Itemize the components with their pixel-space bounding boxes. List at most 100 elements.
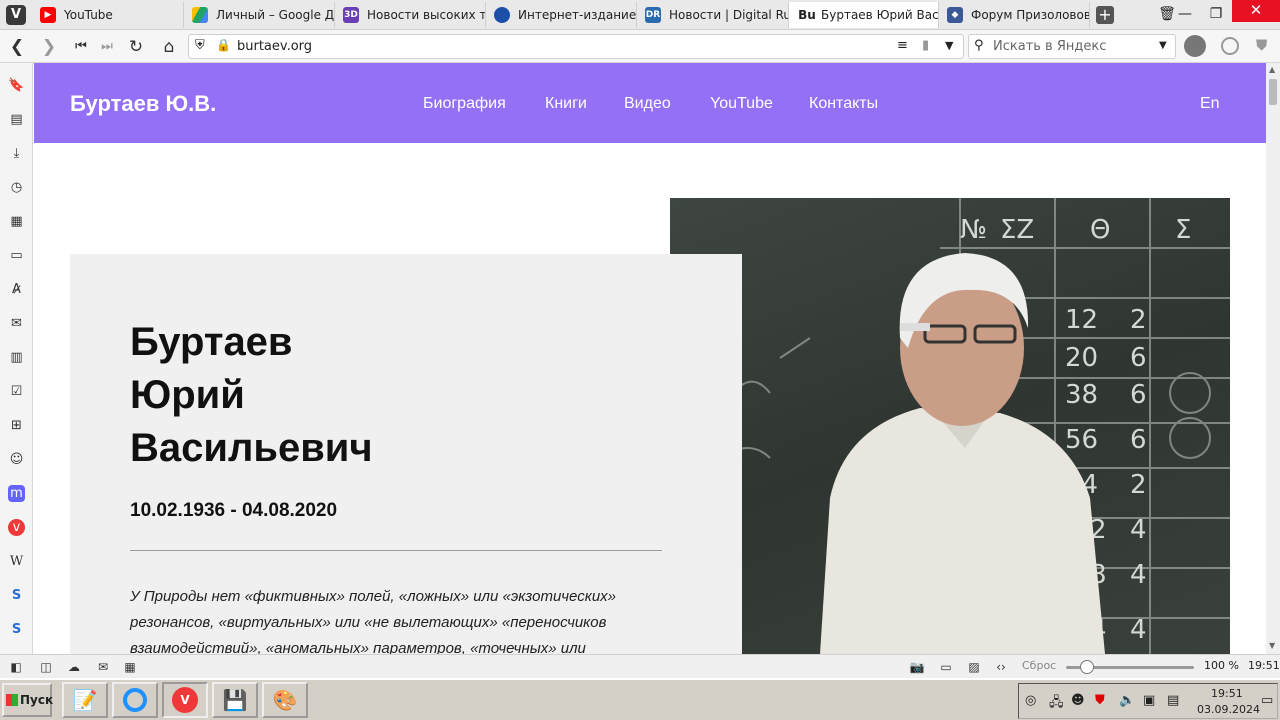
reload-button[interactable]: ↻ xyxy=(125,36,147,58)
translate-icon[interactable]: A̷ xyxy=(8,281,25,298)
bookmarks-panel-icon[interactable]: 🔖 xyxy=(8,77,25,94)
tray-time[interactable]: 19:51 xyxy=(1211,687,1243,700)
window-panel-icon[interactable]: ▭ xyxy=(8,247,25,264)
feeds-icon[interactable]: ⊞ xyxy=(8,417,25,434)
nav-biography[interactable]: Биография xyxy=(423,95,506,113)
vivaldi-social-icon[interactable]: v xyxy=(8,519,25,536)
mail-icon[interactable]: ✉ xyxy=(8,315,25,332)
reading-list-icon[interactable]: ▤ xyxy=(8,111,25,128)
chevron-down-icon[interactable]: ▼ xyxy=(945,39,953,52)
start-button[interactable]: Пуск xyxy=(2,683,53,717)
status-bar: ◧ ◫ ☁ ✉ ▦ 📷 ▭ ▨ ‹› Сброс 100 % 19:51 xyxy=(0,654,1280,678)
tab-burtaev[interactable]: Bu Буртаев Юрий Васил xyxy=(789,2,939,28)
lock-icon[interactable]: 🔒 xyxy=(216,38,231,52)
bookmark-icon[interactable]: ▮ xyxy=(922,38,929,53)
minimize-button[interactable]: — xyxy=(1170,0,1200,30)
vivaldi-menu-icon[interactable]: V xyxy=(6,5,26,25)
image-toggle-icon[interactable]: ▨ xyxy=(966,659,982,675)
mastodon-icon[interactable]: m xyxy=(8,485,25,502)
url-text[interactable]: burtaev.org xyxy=(237,39,312,54)
address-field[interactable]: ⛨ 🔒 burtaev.org ≡ ▮ ▼ xyxy=(188,34,964,59)
tab-google-drive[interactable]: Личный – Google Диск xyxy=(184,2,335,28)
name-first: Юрий xyxy=(130,373,245,417)
web-panel-s-icon[interactable]: S xyxy=(8,587,25,604)
tab-title: Новости высоких технологий xyxy=(367,8,485,22)
notepad-app[interactable]: 📝 xyxy=(62,682,108,718)
tab-hi-tech-news[interactable]: 3D Новости высоких технологий xyxy=(335,2,486,28)
tasks-icon[interactable]: ☑ xyxy=(8,383,25,400)
scroll-up-icon[interactable]: ▲ xyxy=(1269,65,1275,74)
close-window-button[interactable]: ✕ xyxy=(1232,0,1280,22)
calendar-icon[interactable]: ▥ xyxy=(8,349,25,366)
google-drive-icon xyxy=(192,7,208,23)
zoom-slider-thumb[interactable] xyxy=(1080,660,1094,674)
cloud-sync-icon[interactable]: ☁ xyxy=(66,659,82,675)
tray-alert-icon[interactable]: ⛊ xyxy=(1095,693,1105,708)
show-desktop-icon[interactable]: ▭ xyxy=(1261,693,1273,708)
tray-volume-icon[interactable]: 🔈 xyxy=(1119,693,1135,708)
save-app[interactable]: 💾 xyxy=(212,682,258,718)
shield-icon[interactable]: ⛨ xyxy=(195,38,205,53)
forward-button[interactable]: ❯ xyxy=(38,36,60,58)
restore-button[interactable]: ❐ xyxy=(1200,0,1232,30)
tab-digital-russia[interactable]: DR Новости | Digital Russia xyxy=(637,2,789,28)
extension-shield-icon[interactable]: ⛊ xyxy=(1256,36,1267,54)
nav-video[interactable]: Видео xyxy=(624,95,671,113)
rewind-button[interactable]: ⏮ xyxy=(70,36,92,58)
page-scrollbar[interactable]: ▲ ▼ xyxy=(1266,63,1280,654)
nav-youtube[interactable]: YouTube xyxy=(710,95,773,113)
web-panel-s2-icon[interactable]: S xyxy=(8,621,25,638)
wikipedia-icon[interactable]: W xyxy=(8,553,25,570)
back-button[interactable]: ❮ xyxy=(6,36,28,58)
tray-ring-icon[interactable]: ◎ xyxy=(1025,693,1036,708)
panel-toggle-icon[interactable]: ◧ xyxy=(8,659,24,675)
portrait-photo: № ΣZ Θ Σ 12 20 38 56 64 2 8 4 2 6 6 6 2 … xyxy=(670,198,1230,654)
scroll-down-icon[interactable]: ▼ xyxy=(1269,641,1275,650)
calendar-status-icon[interactable]: ▦ xyxy=(122,659,138,675)
camera-icon[interactable]: 📷 xyxy=(909,659,925,675)
downloads-icon[interactable]: ⤓ xyxy=(8,145,25,162)
mail-status-icon[interactable]: ✉ xyxy=(95,659,111,675)
system-tray: ◎ 🖧 ☻ ⛊ 🔈 ▣ ▤ 19:51 03.09.2024 ▭ xyxy=(1018,683,1278,719)
page-actions-icon[interactable]: ‹› xyxy=(993,659,1009,675)
status-clock: 19:51 xyxy=(1248,659,1280,672)
vivaldi-app[interactable]: V xyxy=(162,682,208,718)
tile-tabs-icon[interactable]: ▭ xyxy=(938,659,954,675)
history-icon[interactable]: ◷ xyxy=(8,179,25,196)
vivaldi-icon: V xyxy=(172,687,198,713)
search-engine-dropdown-icon[interactable]: ▼ xyxy=(1159,40,1167,51)
board-col2-3: 6 xyxy=(1130,380,1147,410)
tray-date[interactable]: 03.09.2024 xyxy=(1197,703,1260,716)
tray-display-icon[interactable]: ▤ xyxy=(1167,693,1179,708)
globe-status-icon[interactable] xyxy=(1221,37,1239,55)
nav-books[interactable]: Книги xyxy=(545,95,587,113)
home-button[interactable]: ⌂ xyxy=(158,36,180,58)
fast-forward-button[interactable]: ⏭ xyxy=(96,36,118,58)
browser-app[interactable] xyxy=(112,682,158,718)
tray-user-icon[interactable]: ☻ xyxy=(1071,693,1085,708)
search-placeholder[interactable]: Искать в Яндекс xyxy=(993,39,1106,54)
tab-forum[interactable]: ◆ Форум Призоловов - xyxy=(939,2,1090,28)
language-switch[interactable]: En xyxy=(1200,95,1220,113)
reader-view-icon[interactable]: ≡ xyxy=(897,38,908,53)
notes-icon[interactable]: ▦ xyxy=(8,213,25,230)
search-field[interactable]: ⚲ Искать в Яндекс ▼ xyxy=(968,34,1176,59)
tab-internet-edition[interactable]: Интернет-издание о xyxy=(486,2,637,28)
tab-tiling-icon[interactable]: ◫ xyxy=(38,659,54,675)
contacts-icon[interactable]: ☺ xyxy=(8,451,25,468)
ring-icon xyxy=(123,688,147,712)
scroll-thumb[interactable] xyxy=(1269,79,1277,105)
site-logo[interactable]: Буртаев Ю.В. xyxy=(70,91,216,117)
palette-icon: 🎨 xyxy=(272,688,298,712)
paint-app[interactable]: 🎨 xyxy=(262,682,308,718)
tab-bar: V ▶ YouTube Личный – Google Диск 3D Ново… xyxy=(0,0,1280,30)
tab-youtube[interactable]: ▶ YouTube xyxy=(32,2,184,28)
tray-network-icon[interactable]: 🖧 xyxy=(1049,693,1064,715)
board-header-sigma-z: ΣZ xyxy=(1000,215,1034,245)
tray-monitor-icon[interactable]: ▣ xyxy=(1143,693,1155,708)
new-tab-button[interactable]: + xyxy=(1096,6,1114,24)
zoom-reset-button[interactable]: Сброс xyxy=(1022,659,1056,672)
nav-contacts[interactable]: Контакты xyxy=(809,95,878,113)
profile-icon[interactable] xyxy=(1184,35,1206,57)
search-icon: ⚲ xyxy=(974,38,984,53)
